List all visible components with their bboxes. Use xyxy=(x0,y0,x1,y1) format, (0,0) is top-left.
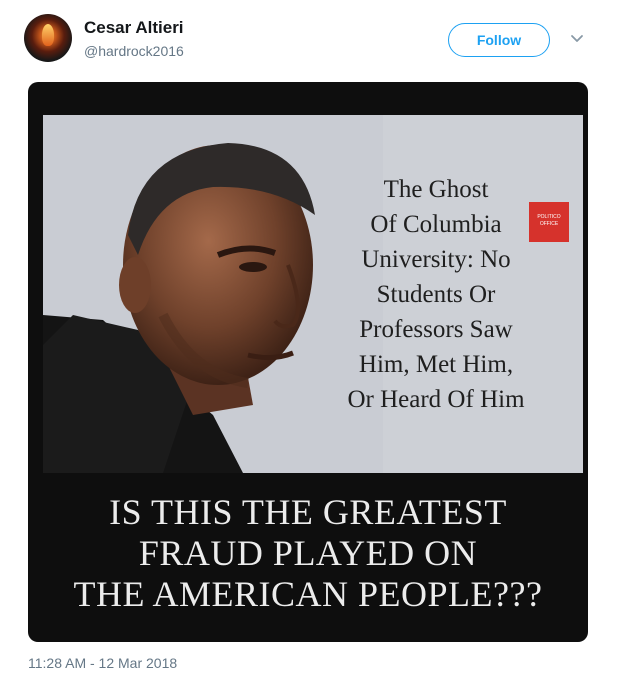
media-headline-text: The Ghost Of Columbia University: No Stu… xyxy=(347,176,525,413)
user-display-name[interactable]: Cesar Altieri xyxy=(84,18,184,38)
tweet-media-image[interactable]: POLITICO OFFICE The Ghost Of Columbia Un… xyxy=(28,82,588,642)
user-handle[interactable]: @hardrock2016 xyxy=(84,43,184,59)
tweet-timestamp[interactable]: 11:28 AM - 12 Mar 2018 xyxy=(28,655,177,671)
follow-button[interactable]: Follow xyxy=(448,23,550,57)
media-caption-text: IS THIS THE GREATEST FRAUD PLAYED ON THE… xyxy=(73,492,543,614)
chevron-down-icon[interactable] xyxy=(568,32,586,46)
avatar[interactable] xyxy=(24,14,72,62)
avatar-flame-icon xyxy=(42,24,54,46)
